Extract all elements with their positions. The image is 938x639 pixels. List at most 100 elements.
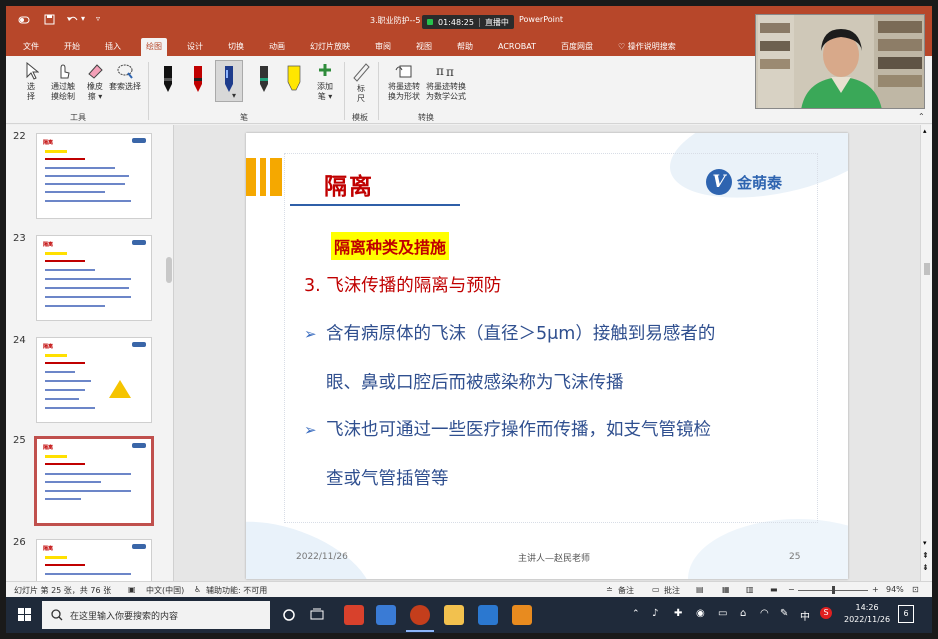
tab-acrobat[interactable]: ACROBAT [493, 39, 541, 54]
display-icon[interactable]: ▭ [718, 608, 727, 619]
tab-view[interactable]: 视图 [411, 38, 437, 55]
wechat-icon[interactable]: ◉ [696, 608, 705, 619]
zoom-out-icon[interactable]: − [788, 585, 795, 594]
eraser-button[interactable]: 橡皮 擦 ▾ [82, 62, 108, 102]
bullet-arrow-icon: ➢ [304, 325, 317, 343]
slide-canvas[interactable]: 隔离 V 金萌泰 隔离种类及措施 3. 飞沫传播的隔离与预防 ➢ 含有病原体的飞… [246, 133, 848, 579]
highlighter-icon[interactable] [285, 64, 303, 94]
tab-file[interactable]: 文件 [18, 38, 44, 55]
ink-to-math-button[interactable]: ππ 将墨迹转换 为数学公式 [424, 62, 468, 102]
tab-transitions[interactable]: 切换 [223, 38, 249, 55]
vertical-scrollbar[interactable]: ▴ ▾ ⇞ ⇟ [920, 125, 932, 581]
slide-thumbnail-25-selected[interactable]: 隔离 [34, 436, 154, 526]
spellcheck-icon[interactable]: ▣ [128, 585, 136, 594]
network-icon[interactable]: ⌂ [740, 608, 746, 619]
tab-baidu[interactable]: 百度网盘 [556, 38, 598, 55]
tab-home[interactable]: 开始 [59, 38, 85, 55]
tab-draw[interactable]: 绘图 [141, 37, 167, 58]
tab-insert[interactable]: 插入 [100, 38, 126, 55]
next-slide-icon[interactable]: ⇟ [922, 563, 929, 572]
lasso-select-button[interactable]: 套索选择 [108, 62, 142, 92]
live-label[interactable]: 直播中 [485, 17, 509, 28]
ink-shape-label-1: 将墨迹转 [388, 82, 420, 91]
notes-icon[interactable]: ≐ [606, 585, 613, 594]
thumbnail-scrollbar[interactable] [166, 257, 172, 283]
ribbon-divider [378, 62, 379, 120]
select-button[interactable]: 选 择 [20, 62, 42, 102]
zoom-in-icon[interactable]: + [872, 585, 879, 594]
autosave-icon[interactable] [18, 14, 30, 26]
zoom-slider-handle[interactable] [832, 586, 835, 594]
previous-slide-icon[interactable]: ⇞ [922, 551, 929, 560]
add-pen-button[interactable]: 添加 笔 ▾ [311, 62, 339, 102]
normal-view-icon[interactable]: ▤ [696, 585, 704, 594]
slide-title[interactable]: 隔离 [324, 167, 374, 201]
tell-me-search[interactable]: ♡ 操作说明搜索 [613, 38, 681, 55]
ruler-button[interactable]: 标 尺 [349, 62, 373, 104]
pen-options-icon[interactable]: ▾ [232, 91, 236, 100]
cortana-icon[interactable] [282, 608, 296, 622]
tab-review[interactable]: 审阅 [370, 38, 396, 55]
sogou-ime-icon[interactable]: S [820, 607, 832, 619]
windows-start-icon[interactable] [18, 608, 31, 621]
notes-button[interactable]: 备注 [618, 585, 634, 596]
section-heading[interactable]: 3. 飞沫传播的隔离与预防 [304, 275, 501, 297]
reading-view-icon[interactable]: ▥ [746, 585, 754, 594]
bullet-1-line-1[interactable]: 含有病原体的飞沫（直径＞5μm）接触到易感者的 [326, 323, 715, 345]
scroll-thumb[interactable] [924, 263, 930, 275]
ime-indicator[interactable]: 中 [800, 608, 810, 623]
slide-thumbnail-26[interactable]: 隔离 [36, 539, 152, 581]
system-clock[interactable]: 14:26 2022/11/26 [844, 602, 890, 626]
scroll-down-icon[interactable]: ▾ [923, 539, 927, 547]
comments-icon[interactable]: ▭ [652, 585, 660, 594]
tab-help[interactable]: 帮助 [452, 38, 478, 55]
slide-subtitle[interactable]: 隔离种类及措施 [331, 232, 450, 260]
scroll-up-icon[interactable]: ▴ [923, 127, 927, 135]
touch-draw-button[interactable]: 通过触 摸绘制 [46, 62, 80, 102]
tray-app-icon[interactable]: ✚ [674, 608, 682, 619]
notification-center[interactable]: 6 [898, 605, 914, 623]
tab-animations[interactable]: 动画 [264, 38, 290, 55]
slide-thumbnail-24[interactable]: 隔离 [36, 337, 152, 423]
accessibility-status[interactable]: 辅助功能: 不可用 [206, 585, 267, 596]
undo-dropdown-icon[interactable]: ▾ [81, 14, 85, 23]
slideshow-icon[interactable]: ▬ [770, 585, 778, 594]
taskbar-search[interactable]: 在这里输入你要搜索的内容 [42, 601, 270, 629]
app-icon-red[interactable] [344, 605, 364, 625]
tab-slideshow[interactable]: 幻灯片放映 [305, 38, 355, 55]
app-icon-orange[interactable] [512, 605, 532, 625]
slide-thumbnail-22[interactable]: 隔离 [36, 133, 152, 219]
pencil-icon[interactable] [255, 64, 273, 94]
bullet-1-line-2[interactable]: 眼、鼻或口腔后而被感染称为飞沫传播 [326, 372, 624, 394]
search-icon [51, 609, 63, 621]
customize-qat-icon[interactable]: ▿ [96, 14, 100, 23]
accessibility-icon[interactable]: ♿ [194, 585, 201, 594]
powerpoint-icon[interactable] [410, 605, 430, 625]
app-icon-blue[interactable] [478, 605, 498, 625]
collapse-ribbon-icon[interactable]: ⌃ [918, 112, 925, 121]
ink-to-shape-button[interactable]: 将墨迹转 换为形状 [384, 62, 424, 102]
black-pen-icon[interactable] [159, 64, 177, 94]
pen-tray-icon[interactable]: ✎ [780, 608, 788, 619]
bullet-2-line-2[interactable]: 查或气管插管等 [326, 468, 449, 490]
slide-thumbnail-panel[interactable]: 22 隔离 23 隔离 24 隔离 25 隔离 26 隔离 [6, 125, 174, 581]
language-indicator[interactable]: 中文(中国) [146, 585, 184, 596]
bullet-2-line-1[interactable]: 飞沫也可通过一些医疗操作而传播，如支气管镜检 [326, 419, 711, 441]
comments-button[interactable]: 批注 [664, 585, 680, 596]
slide-thumbnail-23[interactable]: 隔离 [36, 235, 152, 321]
microphone-icon[interactable]: ♪ [652, 608, 658, 619]
zoom-level[interactable]: 94% [886, 585, 904, 594]
slide-sorter-icon[interactable]: ▦ [722, 585, 730, 594]
selected-pen-slot[interactable]: ▾ [215, 60, 243, 102]
wifi-icon[interactable]: ◠ [760, 608, 769, 619]
red-pen-icon[interactable] [189, 64, 207, 94]
task-view-icon[interactable] [310, 608, 324, 622]
file-explorer-icon[interactable] [444, 605, 464, 625]
tab-design[interactable]: 设计 [182, 38, 208, 55]
app-icon-monitor[interactable] [376, 605, 396, 625]
fit-to-window-icon[interactable]: ⊡ [912, 585, 919, 594]
notification-count: 6 [903, 609, 909, 618]
undo-icon[interactable] [66, 14, 78, 25]
save-icon[interactable] [44, 14, 55, 25]
tray-expand-icon[interactable]: ⌃ [632, 609, 640, 619]
